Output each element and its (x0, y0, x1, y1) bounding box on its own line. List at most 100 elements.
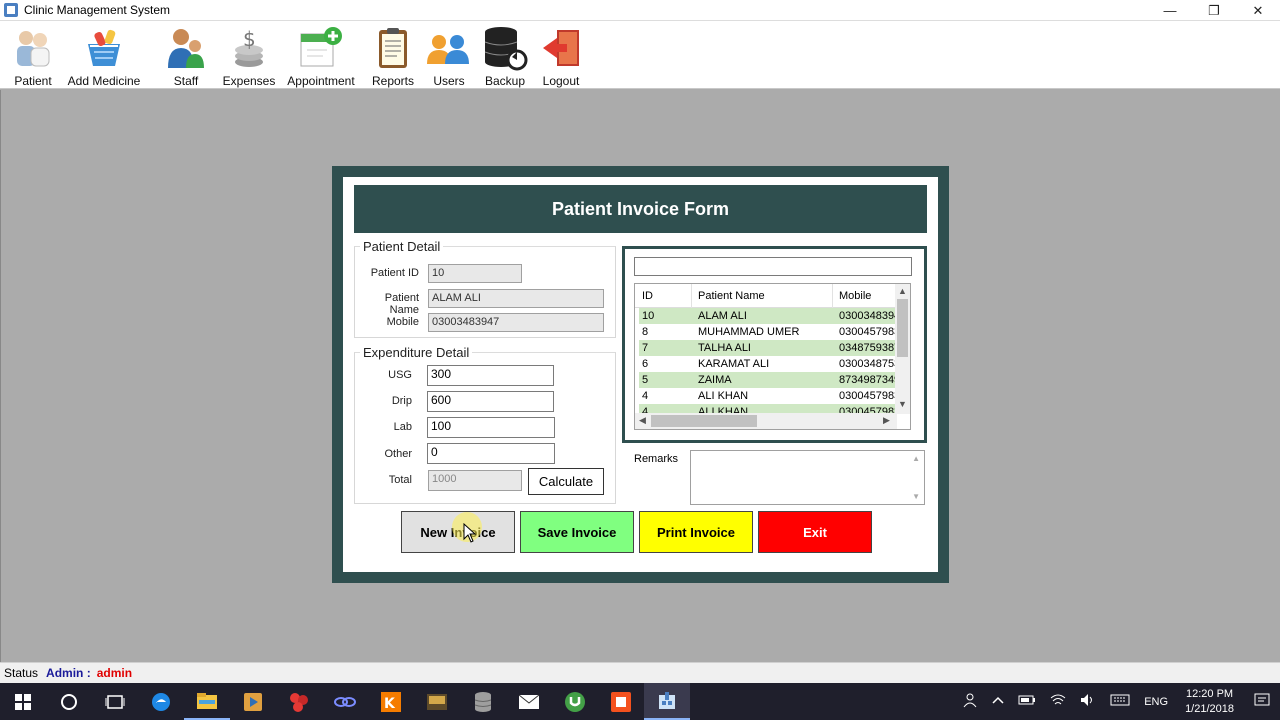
cell-id: 7 (642, 342, 649, 354)
cell-id: 4 (642, 390, 649, 402)
exit-button[interactable]: Exit (758, 511, 872, 553)
toolbar-reports-button[interactable]: Reports (368, 21, 418, 89)
mail-icon[interactable] (506, 683, 552, 720)
grid-row[interactable]: 4 ALI KHAN 0300457983 (639, 388, 897, 404)
cortana-icon[interactable] (46, 683, 92, 720)
keyboard-icon[interactable] (1103, 694, 1137, 709)
column-header-name[interactable]: Patient Name (698, 290, 765, 302)
toolbar-label: Staff (173, 74, 199, 88)
remarks-textarea[interactable]: ▲ ▼ (690, 450, 925, 505)
patient-id-label: Patient ID (370, 267, 419, 279)
status-user-value: admin (96, 666, 133, 680)
expenses-icon: $ (225, 24, 273, 72)
close-button[interactable]: ✕ (1236, 0, 1280, 21)
grid-row[interactable]: 7 TALHA ALI 0348759387 (639, 340, 897, 356)
grid-row[interactable]: 6 KARAMAT ALI 0300348753 (639, 356, 897, 372)
battery-icon[interactable] (1011, 695, 1043, 708)
scroll-up-icon[interactable]: ▲ (912, 454, 920, 463)
system-tray: ENG 12:20 PM 1/21/2018 (955, 683, 1280, 720)
database-icon[interactable] (460, 683, 506, 720)
usg-field[interactable]: 300 (427, 365, 554, 386)
volume-icon[interactable] (1073, 693, 1103, 710)
save-invoice-button[interactable]: Save Invoice (520, 511, 634, 553)
scroll-left-icon[interactable]: ◀ (639, 415, 646, 426)
grid-row[interactable]: 8 MUHAMMAD UMER 0300457983 (639, 324, 897, 340)
clock-date: 1/21/2018 (1185, 702, 1234, 715)
grid-row[interactable]: 10 ALAM ALI 0300348394 (639, 308, 897, 324)
media-player-icon[interactable] (230, 683, 276, 720)
patient-id-field[interactable]: 10 (428, 264, 522, 283)
people-icon[interactable] (955, 692, 985, 711)
toolbar-expenses-button[interactable]: $ Expenses (220, 21, 278, 89)
action-center-icon[interactable] (1244, 692, 1280, 711)
app-icon (4, 3, 18, 17)
cell-name: KARAMAT ALI (698, 358, 770, 370)
scroll-right-icon[interactable]: ▶ (883, 415, 890, 426)
search-input[interactable] (634, 257, 912, 276)
windows-taskbar: K ENG 12:20 PM 1/21/2018 (0, 683, 1280, 720)
vertical-scroll-thumb[interactable] (897, 299, 908, 357)
app-link-icon[interactable] (322, 683, 368, 720)
cell-mobile: 0348759387 (839, 342, 897, 354)
column-header-id[interactable]: ID (642, 290, 653, 302)
mobile-field[interactable]: 03003483947 (428, 313, 604, 332)
app-red-icon[interactable] (276, 683, 322, 720)
toolbar-label: Expenses (222, 74, 276, 88)
wifi-icon[interactable] (1043, 694, 1073, 709)
app-dark-icon[interactable] (414, 683, 460, 720)
toolbar-label: Backup (484, 74, 526, 88)
patient-name-field[interactable]: ALAM ALI (428, 289, 604, 308)
cell-mobile: 0300457983 (839, 390, 897, 402)
grid-vertical-scrollbar[interactable]: ▲ ▼ (895, 284, 910, 414)
scroll-down-icon[interactable]: ▼ (912, 492, 920, 501)
toolbar-appointment-button[interactable]: Appointment (286, 21, 356, 89)
toolbar-add-medicine-button[interactable]: Add Medicine (68, 21, 140, 89)
expenditure-detail-title: Expenditure Detail (360, 345, 473, 360)
toolbar-backup-button[interactable]: Backup (480, 21, 530, 89)
scroll-up-icon[interactable]: ▲ (898, 286, 907, 296)
cell-id: 6 (642, 358, 649, 370)
cell-name: ALAM ALI (698, 310, 747, 322)
toolbar-label: Reports (371, 74, 415, 88)
calculate-button[interactable]: Calculate (528, 468, 604, 495)
grid-row[interactable]: 5 ZAIMA 8734987349 (639, 372, 897, 388)
total-field[interactable]: 1000 (428, 470, 522, 491)
app-k-icon[interactable]: K (368, 683, 414, 720)
drip-field[interactable]: 600 (427, 391, 554, 412)
clock[interactable]: 12:20 PM 1/21/2018 (1175, 687, 1244, 717)
other-field[interactable]: 0 (427, 443, 555, 464)
toolbar-users-button[interactable]: Users (424, 21, 474, 89)
toolbar-patient-button[interactable]: Patient (10, 21, 56, 89)
clinic-app-icon[interactable] (644, 683, 690, 720)
toolbar-label: Add Medicine (67, 74, 141, 88)
toolbar-staff-button[interactable]: Staff (160, 21, 212, 89)
horizontal-scroll-thumb[interactable] (651, 415, 757, 427)
utorrent-icon[interactable] (552, 683, 598, 720)
lab-field[interactable]: 100 (427, 417, 555, 438)
main-toolbar: Patient Add Medicine Staff $ Expenses Ap… (0, 21, 1280, 89)
status-user-label: Admin : (46, 666, 91, 680)
chevron-up-icon[interactable] (985, 695, 1011, 708)
toolbar-label: Users (433, 74, 465, 88)
minimize-button[interactable]: — (1148, 0, 1192, 21)
task-view-icon[interactable] (92, 683, 138, 720)
windows-start-icon[interactable] (0, 683, 46, 720)
print-invoice-button[interactable]: Print Invoice (639, 511, 753, 553)
add-medicine-icon (80, 24, 128, 72)
file-explorer-icon[interactable] (184, 683, 230, 720)
toolbar-label: Logout (542, 74, 580, 88)
clock-time: 12:20 PM (1185, 687, 1234, 700)
cell-id: 10 (642, 310, 655, 322)
app-orange-icon[interactable] (598, 683, 644, 720)
restore-button[interactable]: ❐ (1192, 0, 1236, 21)
language-indicator[interactable]: ENG (1137, 696, 1175, 708)
grid-horizontal-scrollbar[interactable]: ◀ ▶ (635, 413, 897, 429)
cell-mobile: 0300457983 (839, 326, 897, 338)
logout-icon (537, 24, 585, 72)
cell-name: TALHA ALI (698, 342, 751, 354)
edge-icon[interactable] (138, 683, 184, 720)
toolbar-logout-button[interactable]: Logout (536, 21, 586, 89)
column-header-mobile[interactable]: Mobile (839, 290, 871, 302)
scroll-down-icon[interactable]: ▼ (898, 399, 907, 409)
appointment-icon (297, 24, 345, 72)
